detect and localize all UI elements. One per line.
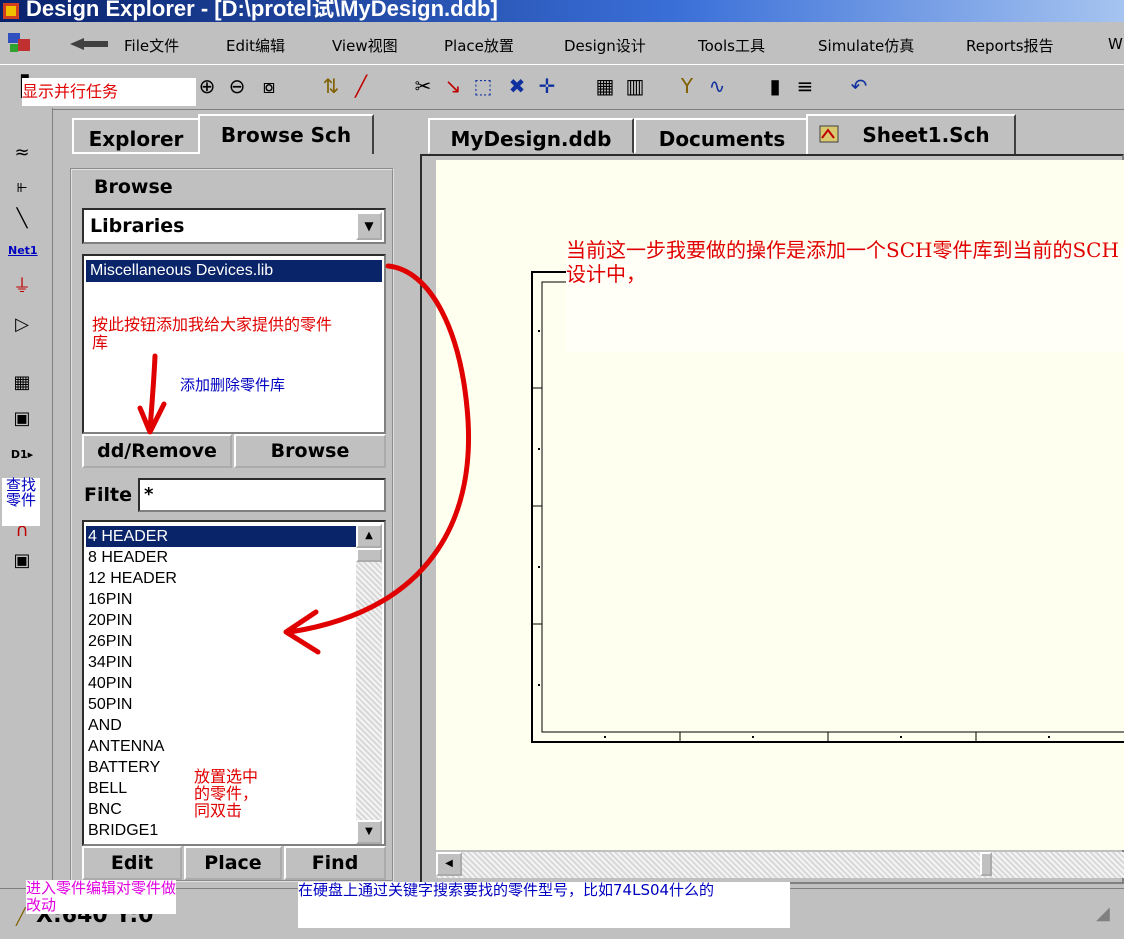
browse-group-title: Browse <box>90 176 177 198</box>
scroll-left-icon[interactable]: ◀ <box>436 852 462 876</box>
tab-explorer[interactable]: Explorer <box>72 118 200 154</box>
port-icon[interactable]: D1▸ <box>8 442 36 468</box>
chevron-down-icon[interactable]: ▼ <box>356 212 382 240</box>
list-item[interactable]: 20PIN <box>86 610 356 631</box>
annotation-search-note: 在硬盘上通过关键字搜索要找的零件型号，比如74LS04什么的 <box>298 882 790 928</box>
document-menu-icon[interactable] <box>6 30 36 56</box>
menu-reports[interactable]: Reports报告 <box>966 35 1054 56</box>
hscroll-thumb[interactable] <box>980 852 992 876</box>
schematic-doc-icon <box>819 125 839 143</box>
browse-button[interactable]: Browse <box>234 434 386 468</box>
annotation-find-parts: 查找零件 <box>2 478 40 526</box>
wire-icon[interactable]: ✂ <box>410 73 436 99</box>
list-item[interactable]: AND <box>86 715 356 736</box>
list-item[interactable]: BRIDGE1 <box>86 820 356 841</box>
component-icon[interactable]: ▦ <box>592 73 618 99</box>
list-icon[interactable]: ≡ <box>792 73 818 99</box>
library-icon[interactable]: ▥ <box>622 73 648 99</box>
annotation-edit-note: 进入零件编辑对零件做改动 <box>26 879 177 914</box>
place-button[interactable]: Place <box>184 846 282 880</box>
annotation-add-remove: 添加删除零件库 <box>180 376 286 394</box>
window-title: Design Explorer - [D:\protel试\MyDesign.d… <box>26 0 498 21</box>
simulate-icon[interactable]: ∿ <box>704 73 730 99</box>
pcb-layout-icon[interactable]: ▣ <box>8 548 36 574</box>
list-item[interactable]: 34PIN <box>86 652 356 673</box>
menu-design[interactable]: Design设计 <box>564 35 646 56</box>
annotation-step-note: 当前这一步我要做的操作是添加一个SCH零件库到当前的SCH设计中， <box>566 238 1119 286</box>
tab-mydesign[interactable]: MyDesign.ddb <box>428 118 634 154</box>
resize-grip-icon[interactable]: ◢ <box>1096 903 1110 924</box>
book-icon[interactable]: ▮ <box>762 73 788 99</box>
wire-tool-icon[interactable]: ≈ <box>8 140 36 166</box>
cross-probe-icon[interactable]: ╱ <box>348 73 374 99</box>
annotation-place-note: 放置选中的零件，同双击 <box>194 767 259 820</box>
list-item[interactable]: 40PIN <box>86 673 356 694</box>
list-item[interactable]: ANTENNA <box>86 736 356 757</box>
list-item[interactable]: 8 HEADER <box>86 547 356 568</box>
browse-type-value: Libraries <box>90 215 185 237</box>
document-tabs: MyDesign.ddb Documents Sheet1.Sch <box>420 114 1124 154</box>
menu-window[interactable]: W <box>1108 35 1123 53</box>
scroll-thumb[interactable] <box>356 548 382 562</box>
zoom-fit-icon[interactable]: ⧇ <box>256 73 282 99</box>
edit-button[interactable]: Edit <box>82 846 182 880</box>
select-icon[interactable]: ⬚ <box>470 73 496 99</box>
menu-tools[interactable]: Tools工具 <box>698 35 765 56</box>
cursor-icon: ╱ <box>16 907 26 926</box>
annotation-add-library: 按此按钮添加我给大家提供的零件库 <box>92 315 333 352</box>
annotation-show-tasks: 显示并行任务 <box>22 78 196 106</box>
scroll-up-icon[interactable]: ▲ <box>356 524 382 548</box>
horizontal-scrollbar[interactable]: ◀ <box>436 852 1124 878</box>
browse-type-select[interactable]: Libraries ▼ <box>82 208 386 244</box>
menu-place[interactable]: Place放置 <box>444 35 514 56</box>
arrow-icon <box>70 38 108 50</box>
probe-icon[interactable]: Y <box>674 73 700 99</box>
sheet-symbol-icon[interactable]: ▦ <box>8 370 36 396</box>
title-bar: Design Explorer - [D:\protel试\MyDesign.d… <box>0 0 1124 22</box>
menu-simulate[interactable]: Simulate仿真 <box>818 35 914 56</box>
tab-browse-sch[interactable]: Browse Sch <box>198 114 374 154</box>
menu-edit[interactable]: Edit编辑 <box>226 35 285 56</box>
add-remove-button[interactable]: dd/Remove <box>82 434 232 468</box>
find-button[interactable]: Find <box>284 846 386 880</box>
list-item[interactable]: 4 HEADER <box>86 526 356 547</box>
library-item[interactable]: Miscellaneous Devices.lib <box>86 260 382 282</box>
list-item[interactable]: 50PIN <box>86 694 356 715</box>
menu-bar: File文件 Edit编辑 View视图 Place放置 Design设计 To… <box>0 24 1124 62</box>
zoom-in-icon[interactable]: ⊕ <box>194 73 220 99</box>
list-item[interactable]: 26PIN <box>86 631 356 652</box>
net-label-icon[interactable]: Net1 <box>8 238 38 264</box>
move-icon[interactable]: ✛ <box>534 73 560 99</box>
sheet-entry-icon[interactable]: ▣ <box>8 406 36 432</box>
menu-view[interactable]: View视图 <box>332 35 398 56</box>
bus-tool-icon[interactable]: ⫦ <box>8 174 36 200</box>
filter-label: Filte <box>84 484 132 506</box>
undo-icon[interactable]: ↶ <box>846 73 872 99</box>
parts-scrollbar[interactable]: ▲ ▼ <box>356 524 382 844</box>
menu-file[interactable]: File文件 <box>124 35 179 56</box>
app-icon <box>3 3 19 19</box>
tab-documents[interactable]: Documents <box>634 118 810 154</box>
list-item[interactable]: 12 HEADER <box>86 568 356 589</box>
power-port-icon[interactable]: ⏚ <box>8 274 36 300</box>
sheet1-tab-label: Sheet1.Sch <box>862 123 990 147</box>
filter-input[interactable]: * <box>138 478 386 512</box>
bus-icon[interactable]: ↘ <box>440 73 466 99</box>
part-icon[interactable]: ▷ <box>8 312 36 338</box>
hierarchy-icon[interactable]: ⇅ <box>318 73 344 99</box>
list-item[interactable]: 16PIN <box>86 589 356 610</box>
scroll-down-icon[interactable]: ▼ <box>356 820 382 844</box>
deselect-icon[interactable]: ✖ <box>504 73 530 99</box>
bus-entry-icon[interactable]: ╲ <box>8 206 36 232</box>
zoom-out-icon[interactable]: ⊖ <box>224 73 250 99</box>
